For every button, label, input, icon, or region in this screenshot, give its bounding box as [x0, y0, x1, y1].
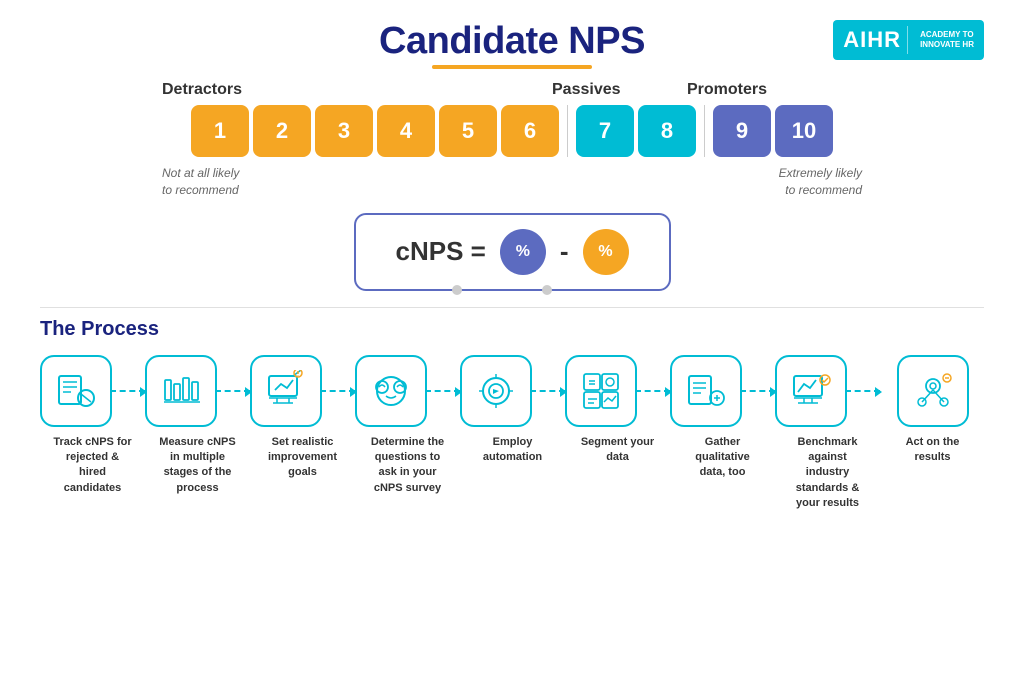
passives-scale: 7 8 — [576, 105, 696, 157]
scale-num-1: 1 — [191, 105, 249, 157]
logo-divider — [907, 26, 908, 54]
page-wrapper: Candidate NPS AIHR ACADEMY TOINNOVATE HR… — [0, 0, 1024, 680]
step-label-8: Benchmark against industry standards & y… — [788, 435, 868, 512]
step-icon-3 — [250, 355, 322, 427]
step-arrow-3 — [320, 390, 355, 392]
formula-minus: - — [560, 236, 569, 267]
step-icon-wrapper-4 — [355, 355, 460, 427]
promoters-scale: 9 10 — [713, 105, 833, 157]
scale-row: 1 2 3 4 5 6 7 8 9 10 — [191, 105, 833, 157]
process-step-1: Track cNPS for rejected & hired candidat… — [40, 355, 145, 497]
labels-row: Detractors Passives Promoters — [162, 81, 862, 99]
process-step-5: Employ automation — [460, 355, 565, 466]
promoters-label: Promoters — [687, 81, 767, 99]
step-icon-2 — [145, 355, 217, 427]
step-icon-wrapper-2 — [145, 355, 250, 427]
process-step-4: Determine the questions to ask in your c… — [355, 355, 460, 497]
step-arrow-4 — [425, 390, 460, 392]
scale-num-10: 10 — [775, 105, 833, 157]
step-arrow-6 — [635, 390, 670, 392]
step-label-6: Segment your data — [578, 435, 658, 466]
step-label-1: Track cNPS for rejected & hired candidat… — [53, 435, 133, 497]
footnote-right: Extremely likelyto recommend — [779, 165, 862, 199]
scale-num-2: 2 — [253, 105, 311, 157]
scale-num-4: 4 — [377, 105, 435, 157]
step-arrow-8 — [845, 390, 880, 392]
step-icon-7 — [670, 355, 742, 427]
step-icon-wrapper-1 — [40, 355, 145, 427]
title-underline — [432, 65, 592, 69]
scale-num-8: 8 — [638, 105, 696, 157]
scale-num-3: 3 — [315, 105, 373, 157]
logo-subtitle: ACADEMY TOINNOVATE HR — [920, 30, 974, 51]
formula-dot-left — [452, 285, 462, 295]
step-arrow-1 — [110, 390, 145, 392]
step-icon-wrapper-3 — [250, 355, 355, 427]
detractors-scale: 1 2 3 4 5 6 — [191, 105, 559, 157]
step-label-7: Gather qualitative data, too — [683, 435, 763, 481]
step-icon-wrapper-6 — [565, 355, 670, 427]
step-label-2: Measure cNPS in multiple stages of the p… — [158, 435, 238, 497]
process-step-8: Benchmark against industry standards & y… — [775, 355, 880, 512]
scale-num-9: 9 — [713, 105, 771, 157]
section-divider — [40, 307, 984, 308]
step-icon-8 — [775, 355, 847, 427]
footnote-left: Not at all likelyto recommend — [162, 165, 302, 199]
header: Candidate NPS AIHR ACADEMY TOINNOVATE HR — [40, 20, 984, 63]
step-label-3: Set realistic improvement goals — [263, 435, 343, 481]
step-arrow-7 — [740, 390, 775, 392]
scale-divider-1 — [567, 105, 568, 157]
formula-container: cNPS = % - % — [40, 213, 984, 291]
step-icon-wrapper-5 — [460, 355, 565, 427]
passives-label: Passives — [552, 81, 687, 99]
process-step-6: Segment your data — [565, 355, 670, 466]
scale-num-6: 6 — [501, 105, 559, 157]
step-label-5: Employ automation — [473, 435, 553, 466]
process-step-3: Set realistic improvement goals — [250, 355, 355, 481]
step-icon-wrapper-7 — [670, 355, 775, 427]
step-arrow-2 — [215, 390, 250, 392]
process-title: The Process — [40, 318, 984, 341]
formula-box: cNPS = % - % — [354, 213, 671, 291]
step-icon-wrapper-8 — [775, 355, 880, 427]
step-icon-4 — [355, 355, 427, 427]
scale-num-5: 5 — [439, 105, 497, 157]
scale-divider-2 — [704, 105, 705, 157]
step-arrow-5 — [530, 390, 565, 392]
aihr-logo: AIHR ACADEMY TOINNOVATE HR — [833, 20, 984, 60]
step-label-4: Determine the questions to ask in your c… — [368, 435, 448, 497]
detractors-circle: % — [583, 229, 629, 275]
footnote-row: Not at all likelyto recommend Extremely … — [162, 165, 862, 199]
step-icon-wrapper-9 — [897, 355, 969, 427]
process-step-7: Gather qualitative data, too — [670, 355, 775, 481]
promoters-circle: % — [500, 229, 546, 275]
page-title: Candidate NPS — [379, 20, 645, 62]
process-row: Track cNPS for rejected & hired candidat… — [40, 355, 984, 512]
step-icon-9 — [897, 355, 969, 427]
step-label-9: Act on the results — [893, 435, 973, 466]
process-step-2: Measure cNPS in multiple stages of the p… — [145, 355, 250, 497]
nps-section: Detractors Passives Promoters 1 2 3 4 5 … — [40, 81, 984, 199]
formula-dot-right — [542, 285, 552, 295]
scale-num-7: 7 — [576, 105, 634, 157]
formula-label: cNPS = — [396, 236, 486, 267]
step-icon-6 — [565, 355, 637, 427]
step-icon-1 — [40, 355, 112, 427]
detractors-label: Detractors — [162, 81, 552, 99]
process-step-9: Act on the results — [880, 355, 985, 466]
process-section: The Process — [40, 318, 984, 512]
step-icon-5 — [460, 355, 532, 427]
